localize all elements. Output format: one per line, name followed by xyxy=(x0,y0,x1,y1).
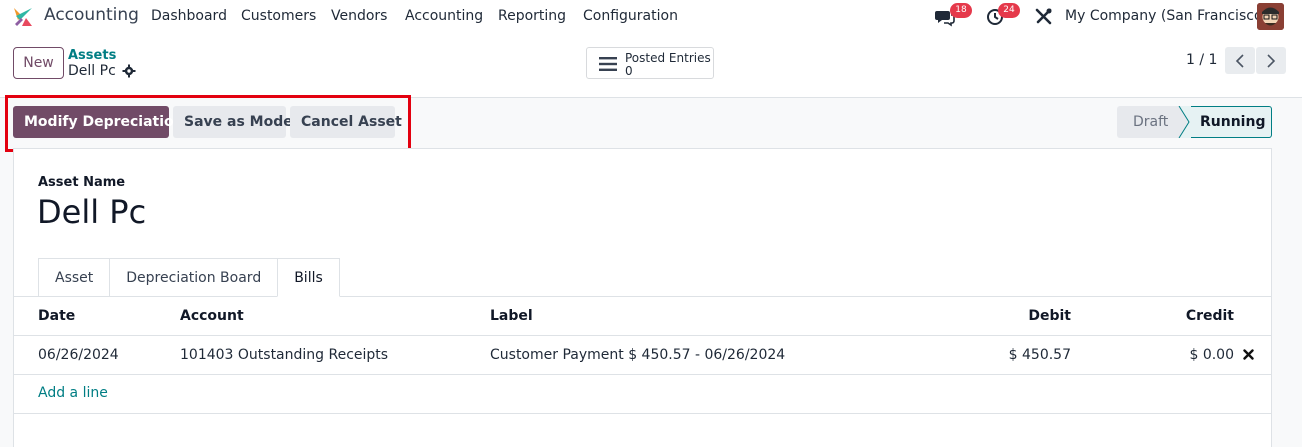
cell-credit[interactable]: $ 0.00 xyxy=(1134,347,1234,363)
smart-button-label: Posted Entries xyxy=(625,51,711,65)
cell-account[interactable]: 101403 Outstanding Receipts xyxy=(180,347,388,363)
highlight-box xyxy=(5,95,411,152)
new-button[interactable]: New xyxy=(13,47,64,79)
tools-icon[interactable] xyxy=(1034,7,1054,27)
messages-badge: 18 xyxy=(950,3,972,18)
menu-dashboard[interactable]: Dashboard xyxy=(151,8,227,24)
status-arrow-icon xyxy=(1175,106,1191,138)
table-row[interactable]: 06/26/2024 101403 Outstanding Receipts C… xyxy=(13,336,1272,375)
pager-previous-button[interactable] xyxy=(1225,47,1255,74)
record-title: Dell Pc xyxy=(68,63,136,79)
pager-next-button[interactable] xyxy=(1256,47,1286,74)
column-header-label[interactable]: Label xyxy=(490,308,533,324)
user-avatar[interactable] xyxy=(1257,3,1284,30)
table-header-row: Date Account Label Debit Credit xyxy=(13,297,1272,336)
bars-icon xyxy=(599,57,617,71)
gear-icon[interactable] xyxy=(122,64,136,78)
menu-configuration[interactable]: Configuration xyxy=(583,8,678,24)
chevron-left-icon xyxy=(1235,53,1244,68)
add-line-row xyxy=(13,375,1272,414)
app-name[interactable]: Accounting xyxy=(44,5,139,25)
asset-name-label: Asset Name xyxy=(38,175,126,190)
menu-reporting[interactable]: Reporting xyxy=(498,8,566,24)
notebook-tabs: Asset Depreciation Board Bills xyxy=(38,258,340,297)
column-header-debit[interactable]: Debit xyxy=(971,308,1071,324)
menu-accounting[interactable]: Accounting xyxy=(405,8,483,24)
bills-table: Date Account Label Debit Credit 06/26/20… xyxy=(13,296,1272,414)
record-title-text: Dell Pc xyxy=(68,63,116,79)
tab-depreciation-board[interactable]: Depreciation Board xyxy=(109,258,279,297)
cell-label[interactable]: Customer Payment $ 450.57 - 06/26/2024 xyxy=(490,347,785,363)
company-switcher[interactable]: My Company (San Francisco) xyxy=(1065,8,1268,24)
posted-entries-smart-button[interactable]: Posted Entries 0 xyxy=(586,47,714,79)
cell-date[interactable]: 06/26/2024 xyxy=(38,347,119,363)
asset-name-field[interactable]: Dell Pc xyxy=(37,193,146,231)
pager-counter[interactable]: 1 / 1 xyxy=(1186,52,1217,68)
menu-customers[interactable]: Customers xyxy=(241,8,316,24)
add-a-line-link[interactable]: Add a line xyxy=(38,385,108,401)
breadcrumb-assets[interactable]: Assets xyxy=(68,48,116,63)
status-running[interactable]: Running xyxy=(1180,106,1272,138)
column-header-date[interactable]: Date xyxy=(38,308,75,324)
smart-button-value: 0 xyxy=(625,64,633,78)
column-header-account[interactable]: Account xyxy=(180,308,244,324)
tab-asset[interactable]: Asset xyxy=(38,258,111,297)
top-navbar: Accounting Dashboard Customers Vendors A… xyxy=(0,0,1302,32)
chevron-right-icon xyxy=(1267,53,1276,68)
tab-bills[interactable]: Bills xyxy=(277,258,340,297)
avatar-icon xyxy=(1257,3,1284,30)
cell-debit[interactable]: $ 450.57 xyxy=(971,347,1071,363)
menu-vendors[interactable]: Vendors xyxy=(331,8,387,24)
activities-badge: 24 xyxy=(998,3,1020,18)
accounting-app-icon[interactable] xyxy=(12,6,34,28)
column-header-credit[interactable]: Credit xyxy=(1134,308,1234,324)
delete-row-icon[interactable] xyxy=(1243,349,1254,360)
